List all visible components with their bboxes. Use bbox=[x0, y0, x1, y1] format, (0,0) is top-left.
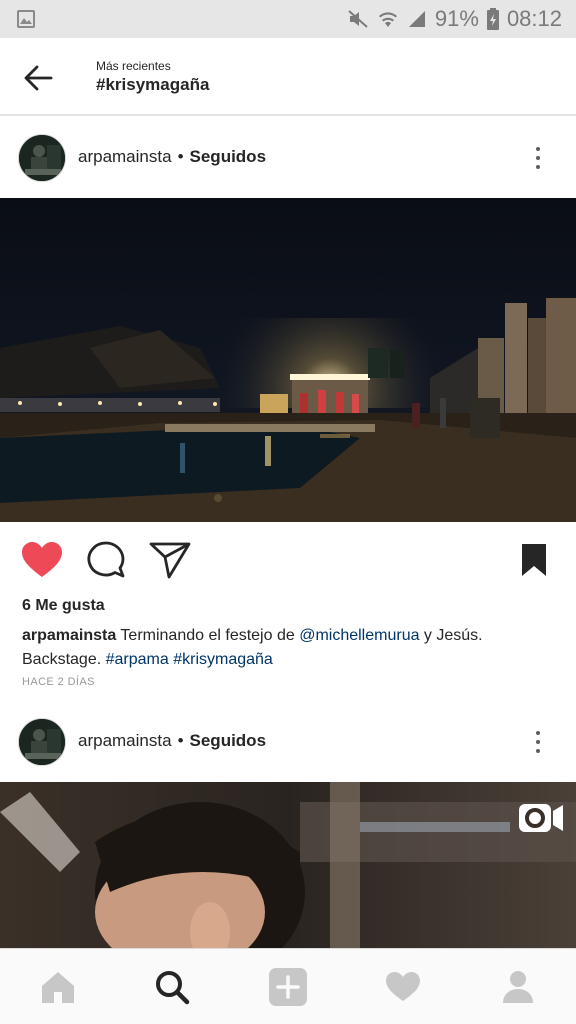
add-icon bbox=[269, 968, 307, 1006]
comment-button[interactable] bbox=[84, 540, 128, 580]
heart-filled-icon bbox=[22, 542, 62, 577]
like-button[interactable] bbox=[20, 540, 64, 580]
post-header: arpamainsta • Seguidos bbox=[0, 702, 576, 782]
comment-bubble-icon bbox=[87, 541, 125, 578]
caption-mention[interactable]: @michellemurua bbox=[299, 627, 419, 644]
bottom-nav bbox=[0, 948, 576, 1024]
dot bbox=[536, 147, 540, 151]
back-button[interactable] bbox=[18, 60, 58, 96]
nav-add[interactable] bbox=[266, 965, 310, 1009]
caption-text: Terminando el festejo de bbox=[116, 627, 300, 644]
caption-hashtag[interactable]: #arpama bbox=[106, 651, 169, 668]
header-subtitle: Más recientes bbox=[96, 59, 171, 73]
battery-percent: 91% bbox=[434, 6, 479, 31]
avatar[interactable] bbox=[18, 718, 66, 766]
nav-activity[interactable] bbox=[381, 965, 425, 1009]
caption-username[interactable]: arpamainsta bbox=[22, 627, 116, 644]
page-title: #krisymagaña bbox=[96, 75, 210, 94]
paper-plane-icon bbox=[149, 542, 191, 579]
caption-hashtag[interactable]: #krisymagaña bbox=[173, 651, 273, 668]
clock: 08:12 bbox=[506, 6, 562, 31]
nav-search[interactable] bbox=[150, 965, 194, 1009]
dot bbox=[536, 740, 540, 744]
home-icon bbox=[42, 972, 74, 1003]
more-options-button[interactable] bbox=[526, 724, 550, 760]
post-actions bbox=[0, 522, 576, 594]
post-username[interactable]: arpamainsta bbox=[78, 147, 172, 167]
search-icon bbox=[156, 971, 190, 1005]
dot bbox=[536, 731, 540, 735]
post-username[interactable]: arpamainsta bbox=[78, 731, 172, 751]
post-caption: arpamainsta Terminando el festejo de @mi… bbox=[22, 624, 552, 672]
likes-count[interactable]: 6 Me gusta bbox=[22, 597, 105, 615]
header: Más recientes #krisymagaña bbox=[0, 38, 576, 116]
post-header: arpamainsta • Seguidos bbox=[0, 118, 576, 198]
video-camera-icon bbox=[518, 800, 564, 836]
signal-icon bbox=[407, 9, 427, 29]
activity-heart-icon bbox=[386, 972, 420, 1001]
mute-icon bbox=[347, 9, 369, 29]
bookmark-filled-icon bbox=[522, 544, 546, 576]
wifi-icon bbox=[377, 9, 399, 29]
save-button[interactable] bbox=[512, 540, 556, 580]
avatar[interactable] bbox=[18, 134, 66, 182]
gallery-notification-icon bbox=[16, 9, 36, 34]
post-photo[interactable] bbox=[0, 198, 576, 522]
post-timestamp: HACE 2 DÍAS bbox=[22, 676, 95, 688]
follow-status[interactable]: Seguidos bbox=[190, 731, 267, 751]
separator-dot: • bbox=[177, 731, 184, 750]
dot bbox=[536, 165, 540, 169]
battery-icon bbox=[486, 8, 499, 30]
share-button[interactable] bbox=[148, 540, 192, 580]
dot bbox=[536, 749, 540, 753]
dot bbox=[536, 156, 540, 160]
nav-home[interactable] bbox=[36, 965, 80, 1009]
status-bar: 91% 08:12 bbox=[0, 0, 576, 38]
post-video[interactable] bbox=[0, 782, 576, 948]
separator-dot: • bbox=[177, 147, 184, 166]
nav-profile[interactable] bbox=[496, 965, 540, 1009]
more-options-button[interactable] bbox=[526, 140, 550, 176]
arrow-left-icon bbox=[24, 65, 53, 91]
follow-status[interactable]: Seguidos bbox=[190, 147, 267, 167]
profile-icon bbox=[503, 971, 533, 1003]
